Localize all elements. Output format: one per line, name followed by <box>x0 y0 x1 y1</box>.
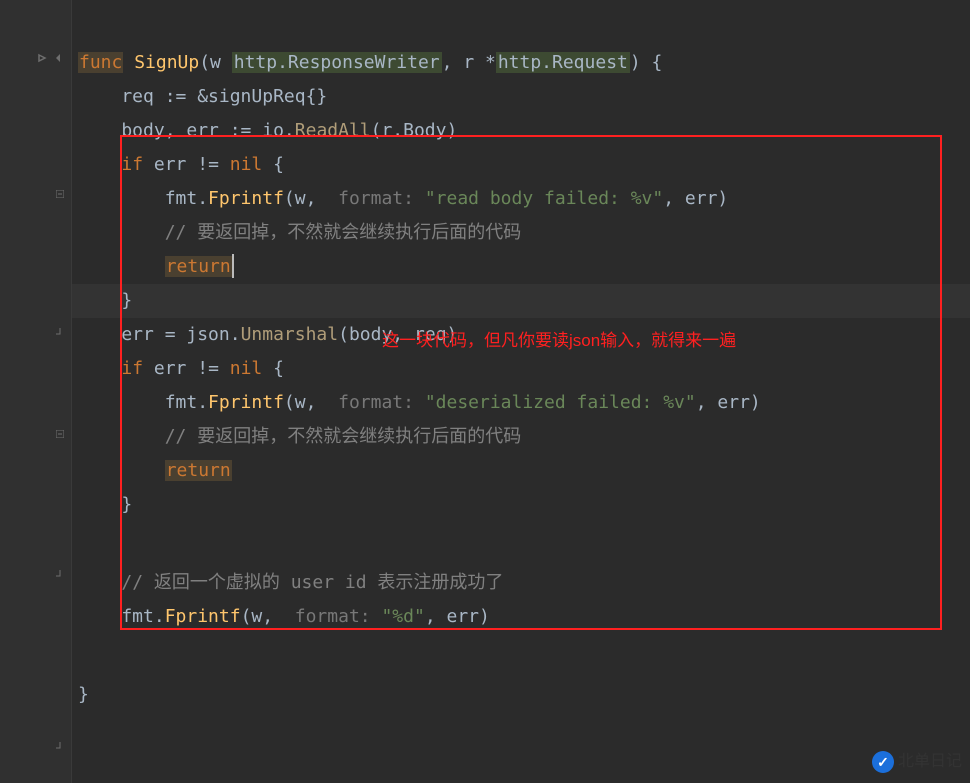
code-line <box>78 522 970 566</box>
editor-gutter <box>0 0 72 783</box>
code-line: func SignUp(w http.ResponseWriter, r *ht… <box>78 46 970 80</box>
fold-icon[interactable] <box>54 52 66 64</box>
fold-end-icon[interactable] <box>54 740 66 752</box>
code-line: if err != nil { <box>78 148 970 182</box>
text-cursor <box>232 254 234 278</box>
watermark-icon: ✓ <box>872 751 894 773</box>
code-line: } <box>78 678 970 712</box>
code-line: // 要返回掉，不然就会继续执行后面的代码 <box>78 216 970 250</box>
code-line: err = json.Unmarshal(body, req) <box>78 318 970 352</box>
code-editor[interactable]: func SignUp(w http.ResponseWriter, r *ht… <box>78 46 970 712</box>
watermark-text: 北单日记 <box>898 747 962 777</box>
code-line: // 要返回掉，不然就会继续执行后面的代码 <box>78 420 970 454</box>
code-line: return <box>78 250 970 284</box>
fold-icon[interactable] <box>54 188 66 200</box>
code-line: // 返回一个虚拟的 user id 表示注册成功了 <box>78 566 970 600</box>
code-line: } <box>78 488 970 522</box>
code-line: body, err := io.ReadAll(r.Body) <box>78 114 970 148</box>
code-line <box>78 634 970 678</box>
code-line: if err != nil { <box>78 352 970 386</box>
fold-end-icon[interactable] <box>54 326 66 338</box>
code-line: req := &signUpReq{} <box>78 80 970 114</box>
fold-start-icon[interactable] <box>36 52 48 64</box>
code-line: } <box>78 284 970 318</box>
code-line: fmt.Fprintf(w, format: "%d", err) <box>78 600 970 634</box>
code-line: fmt.Fprintf(w, format: "deserialized fai… <box>78 386 970 420</box>
watermark: ✓ 北单日记 <box>872 747 962 777</box>
fold-icon[interactable] <box>54 428 66 440</box>
code-line: fmt.Fprintf(w, format: "read body failed… <box>78 182 970 216</box>
fold-end-icon[interactable] <box>54 568 66 580</box>
code-line: return <box>78 454 970 488</box>
